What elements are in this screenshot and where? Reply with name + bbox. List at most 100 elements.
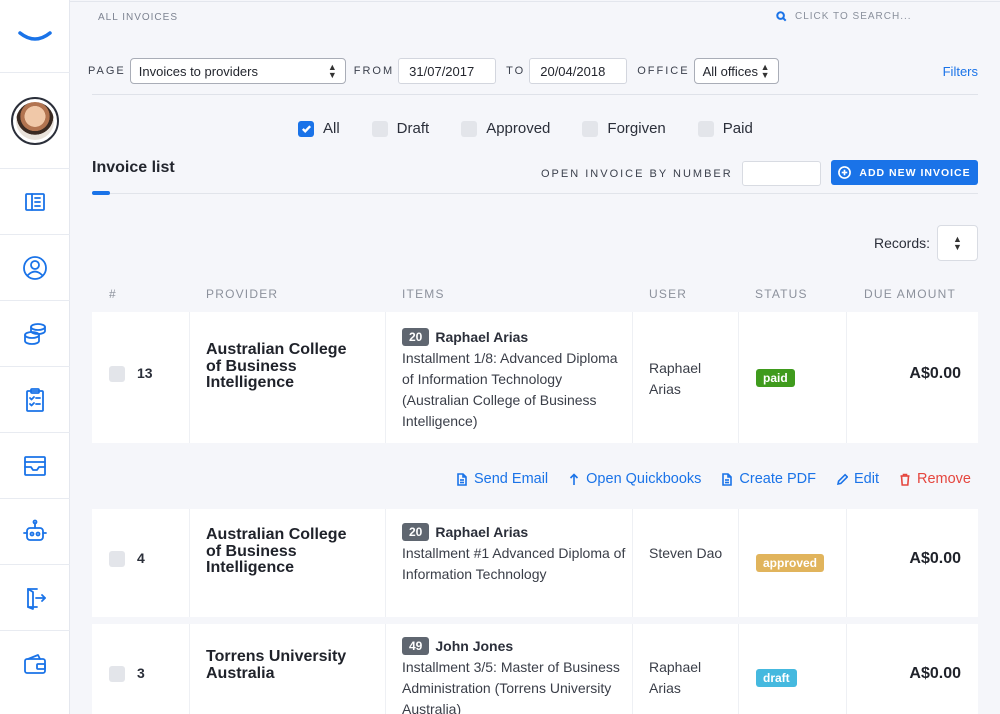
from-date-input[interactable]: 31/07/2017 <box>398 58 497 84</box>
item-description: Installment #1 Advanced Diploma of Infor… <box>402 545 626 582</box>
check-label: Forgiven <box>607 120 666 137</box>
checkbox[interactable] <box>371 120 388 137</box>
add-new-invoice-button[interactable]: ADD NEW INVOICE <box>831 160 978 185</box>
user-name: Raphael Arias <box>649 659 702 696</box>
document-icon <box>722 472 733 486</box>
avatar[interactable] <box>11 96 59 145</box>
due-amount: A$0.00 <box>909 365 961 382</box>
from-label: FROM <box>353 65 395 77</box>
arrow-up-icon <box>570 472 579 485</box>
row-checkbox[interactable] <box>109 551 125 567</box>
item-name: Raphael Arias <box>435 524 529 540</box>
check-label: Approved <box>486 120 551 137</box>
records-select[interactable]: ▲ ▼ <box>937 225 978 261</box>
filter-bar: PAGE Invoices to providers ▲ ▼ FROM 31/07… <box>88 58 978 84</box>
breadcrumb[interactable]: ALL INVOICES <box>98 12 178 23</box>
check-all[interactable]: All <box>298 120 340 137</box>
item-description: Installment 1/8: Advanced Diploma of Inf… <box>402 350 618 429</box>
provider-name: Australian College of Business Intellige… <box>206 341 347 391</box>
sidebar-item-user[interactable] <box>0 235 70 301</box>
to-date-input[interactable]: 20/04/2018 <box>529 58 628 84</box>
sidebar-item-wallet[interactable] <box>0 631 70 697</box>
row-checkbox[interactable] <box>109 666 125 682</box>
clipboard-icon <box>26 387 44 412</box>
column-header-items[interactable]: ITEMS <box>402 287 445 301</box>
invoice-item: 20 Raphael Arias Installment 1/8: Advanc… <box>402 328 632 432</box>
sidebar-item-clipboard[interactable] <box>0 367 70 433</box>
avatar-cell[interactable] <box>0 73 70 169</box>
sidebar-item-coins[interactable] <box>0 301 70 367</box>
office-select[interactable]: All offices ▲ ▼ <box>693 58 779 84</box>
item-description: Installment 3/5: Master of Business Admi… <box>402 659 620 714</box>
edit-action[interactable]: Edit <box>836 471 879 487</box>
status-badge: approved <box>756 554 825 572</box>
pencil-icon <box>836 473 848 485</box>
invoice-item: 49 John Jones Installment 3/5: Master of… <box>402 637 632 714</box>
check-paid[interactable]: Paid <box>697 120 753 137</box>
check-icon <box>301 125 311 134</box>
column-header-user[interactable]: USER <box>649 287 687 301</box>
inbox-icon <box>24 455 46 476</box>
column-header-provider[interactable]: PROVIDER <box>206 287 278 301</box>
row-number: 4 <box>137 550 145 566</box>
search-bar[interactable]: CLICK TO SEARCH... <box>776 11 912 22</box>
plus-circle-icon <box>838 166 852 179</box>
item-name: John Jones <box>435 638 514 654</box>
item-head: 20 Raphael Arias <box>402 328 632 346</box>
check-draft[interactable]: Draft <box>371 120 429 137</box>
remove-action[interactable]: Remove <box>899 471 971 487</box>
edit-label: Edit <box>853 471 879 487</box>
select-arrows-icon: ▲ ▼ <box>760 62 770 80</box>
table-row[interactable]: 13 Australian College of Business Intell… <box>92 312 978 443</box>
title-underline <box>92 191 110 195</box>
send-email-action[interactable]: Send Email <box>456 471 548 487</box>
logo[interactable] <box>0 0 70 73</box>
document-icon <box>457 472 467 486</box>
open-by-number-label: OPEN INVOICE BY NUMBER <box>541 168 733 180</box>
table-row[interactable]: 4 Australian College of Business Intelli… <box>92 509 978 617</box>
status-badge: paid <box>756 369 795 387</box>
sidebar-item-robot[interactable] <box>0 499 70 565</box>
page-select[interactable]: Invoices to providers ▲ ▼ <box>129 58 346 84</box>
create-pdf-label: Create PDF <box>739 471 816 487</box>
to-label: TO <box>506 65 526 77</box>
sidebar-item-inbox[interactable] <box>0 433 70 499</box>
open-quickbooks-action[interactable]: Open Quickbooks <box>568 471 701 487</box>
invoice-item: 20 Raphael Arias Installment #1 Advanced… <box>402 523 632 585</box>
status-filter-checks: All Draft Approved Forgiven Paid <box>298 120 785 137</box>
table-row[interactable]: 3 Torrens University Australia 49 John J… <box>92 624 978 714</box>
filters-link[interactable]: Filters <box>943 64 978 79</box>
coins-icon <box>24 322 46 345</box>
send-email-label: Send Email <box>474 471 549 487</box>
user-name: Steven Dao <box>649 545 723 561</box>
check-forgiven[interactable]: Forgiven <box>582 120 666 137</box>
row-checkbox[interactable] <box>109 366 125 382</box>
remove-label: Remove <box>916 471 971 487</box>
item-quantity-badge: 20 <box>402 328 430 346</box>
checkbox[interactable] <box>697 120 714 137</box>
item-quantity-badge: 20 <box>402 523 430 541</box>
divider <box>92 94 978 95</box>
column-header-due-amount[interactable]: DUE AMOUNT <box>864 287 956 301</box>
column-header-status[interactable]: STATUS <box>755 287 808 301</box>
robot-icon <box>23 519 47 541</box>
invoice-number-input[interactable] <box>742 161 821 186</box>
create-pdf-action[interactable]: Create PDF <box>721 471 816 487</box>
checkbox[interactable] <box>461 120 478 137</box>
provider-name: Australian College of Business Intellige… <box>206 526 347 576</box>
sidebar <box>0 0 70 714</box>
status-badge: draft <box>756 669 797 687</box>
checkbox-checked[interactable] <box>298 120 314 137</box>
logo-icon <box>18 31 52 41</box>
sidebar-item-book[interactable] <box>0 169 70 235</box>
search-placeholder[interactable]: CLICK TO SEARCH... <box>795 11 912 22</box>
row-number: 3 <box>137 665 145 681</box>
checkbox[interactable] <box>582 120 599 137</box>
sidebar-item-exit[interactable] <box>0 565 70 631</box>
trash-icon <box>900 473 910 486</box>
search-icon <box>776 11 787 22</box>
column-header-number[interactable]: # <box>109 287 117 301</box>
due-amount: A$0.00 <box>909 550 961 567</box>
user-icon <box>23 255 47 280</box>
check-approved[interactable]: Approved <box>461 120 550 137</box>
